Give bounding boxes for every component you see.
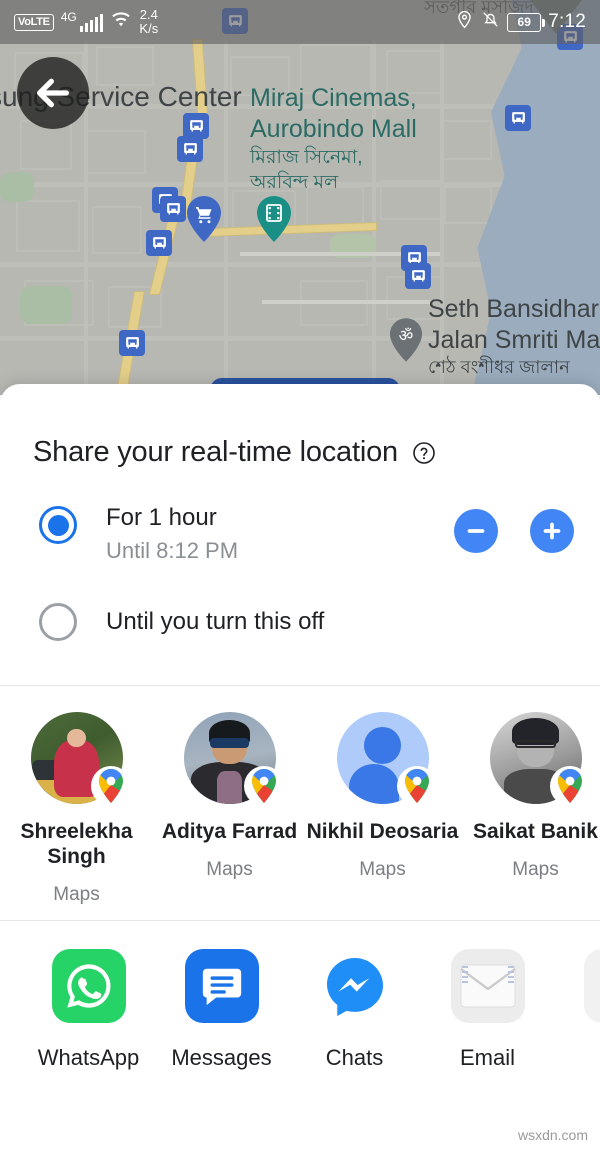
option-sublabel-until-time: Until 8:12 PM [106, 538, 239, 564]
help-circle-icon[interactable] [412, 441, 436, 465]
bus-stop-icon[interactable] [405, 263, 431, 289]
map-park-area [0, 172, 34, 202]
messenger-icon [318, 949, 392, 1023]
option-label-for-1-hour: For 1 hour [106, 504, 217, 531]
watermark: wsxdn.com [517, 1127, 588, 1143]
maps-pin-badge-icon [396, 766, 437, 807]
app-item-chats[interactable]: Chats [288, 949, 421, 1071]
contact-item[interactable]: Nikhil Deosaria Maps [306, 712, 459, 906]
network-type-label: 4G [60, 10, 77, 24]
back-button[interactable] [17, 57, 89, 129]
duration-steppers [454, 509, 574, 553]
avatar-wrapper [30, 712, 131, 807]
avatar-wrapper [489, 712, 590, 807]
messages-icon [184, 948, 259, 1023]
contact-item[interactable]: Shreelekha Singh Maps [0, 712, 153, 906]
volte-badge: VoLTE [14, 13, 54, 31]
map-road [262, 300, 432, 304]
contact-app-label: Maps [512, 859, 559, 881]
contact-item[interactable]: Aditya Farrad Maps [153, 712, 306, 906]
maps-pin-badge-icon [243, 766, 284, 807]
app-label: Messages [171, 1044, 272, 1070]
duration-options: For 1 hour Until 8:12 PM Until you turn … [0, 469, 600, 642]
app-item-notes[interactable]: No [554, 948, 600, 1071]
status-bar: VoLTE 4G 2.4 K/s 69 7:12 [0, 0, 600, 44]
data-rate-unit: K/s [139, 21, 159, 36]
sheet-header: Share your real-time location [0, 384, 600, 469]
temple-om-pin[interactable]: ॐ [389, 318, 423, 362]
app-share-row: WhatsApp Messages Chats Email [0, 921, 600, 1071]
signal-bars-icon [79, 13, 104, 32]
option-label-until-turned-off: Until you turn this off [106, 607, 325, 635]
contact-name: Aditya Farrad [161, 820, 298, 844]
map-park-area [20, 286, 72, 324]
option-row-until-turned-off[interactable]: Until you turn this off [0, 600, 600, 642]
maps-pin-badge-icon [549, 766, 590, 807]
wifi-icon [110, 10, 132, 35]
app-label: No [554, 1045, 600, 1071]
maps-pin-badge-icon [90, 766, 131, 807]
battery-icon: 69 [507, 12, 545, 32]
contact-item[interactable]: Saikat Banik Maps [459, 712, 600, 906]
battery-level: 69 [517, 15, 531, 29]
data-rate-indicator: 2.4 K/s [139, 8, 158, 35]
status-bar-left: VoLTE 4G 2.4 K/s [14, 8, 158, 35]
svg-text:ॐ: ॐ [399, 326, 414, 345]
contact-app-label: Maps [53, 883, 100, 905]
bus-stop-icon[interactable] [505, 105, 531, 131]
increase-duration-button[interactable] [530, 509, 574, 553]
radio-until-turned-off[interactable] [38, 602, 78, 642]
contact-app-label: Maps [206, 859, 253, 881]
decrease-duration-button[interactable] [454, 509, 498, 553]
option-row-for-1-hour[interactable]: For 1 hour Until 8:12 PM [0, 503, 600, 564]
shopping-cart-pin[interactable] [186, 196, 222, 242]
contact-name: Saikat Banik [473, 820, 598, 844]
app-label: Chats [325, 1044, 384, 1070]
notes-icon [583, 948, 600, 1023]
map-view[interactable]: sung Service Center Miraj Cinemas, Aurob… [0, 0, 600, 395]
avatar-wrapper [336, 712, 437, 807]
share-location-sheet: Share your real-time location For 1 hour… [0, 384, 600, 1151]
bus-stop-icon[interactable] [146, 230, 172, 256]
contact-name: Shreelekha Singh [20, 820, 133, 869]
status-bar-right: 69 7:12 [455, 9, 586, 35]
app-label: Email [459, 1044, 515, 1070]
phone-screen: sung Service Center Miraj Cinemas, Aurob… [0, 0, 600, 1151]
bus-stop-icon[interactable] [160, 196, 186, 222]
app-item-messages[interactable]: Messages [155, 948, 288, 1071]
bell-off-icon [481, 9, 500, 35]
page-title: Share your real-time location [33, 436, 398, 468]
status-bar-clock: 7:12 [548, 11, 586, 32]
app-item-whatsapp[interactable]: WhatsApp [22, 948, 155, 1071]
location-icon [455, 9, 474, 35]
radio-for-1-hour[interactable] [38, 505, 78, 545]
bus-stop-icon[interactable] [119, 330, 145, 356]
app-label: WhatsApp [37, 1044, 140, 1070]
option-text-group: Until you turn this off [106, 607, 574, 636]
contact-name: Nikhil Deosaria [306, 820, 459, 844]
avatar-wrapper [183, 712, 284, 807]
app-item-email[interactable]: Email [421, 948, 554, 1071]
contact-share-row: Shreelekha Singh Maps Aditya Farrad Maps… [0, 686, 600, 920]
whatsapp-icon [51, 948, 126, 1023]
contact-app-label: Maps [359, 859, 406, 881]
cinema-pin[interactable] [256, 196, 292, 242]
option-text-group: For 1 hour Until 8:12 PM [106, 503, 454, 564]
bus-stop-icon[interactable] [177, 136, 203, 162]
email-icon [450, 948, 525, 1023]
